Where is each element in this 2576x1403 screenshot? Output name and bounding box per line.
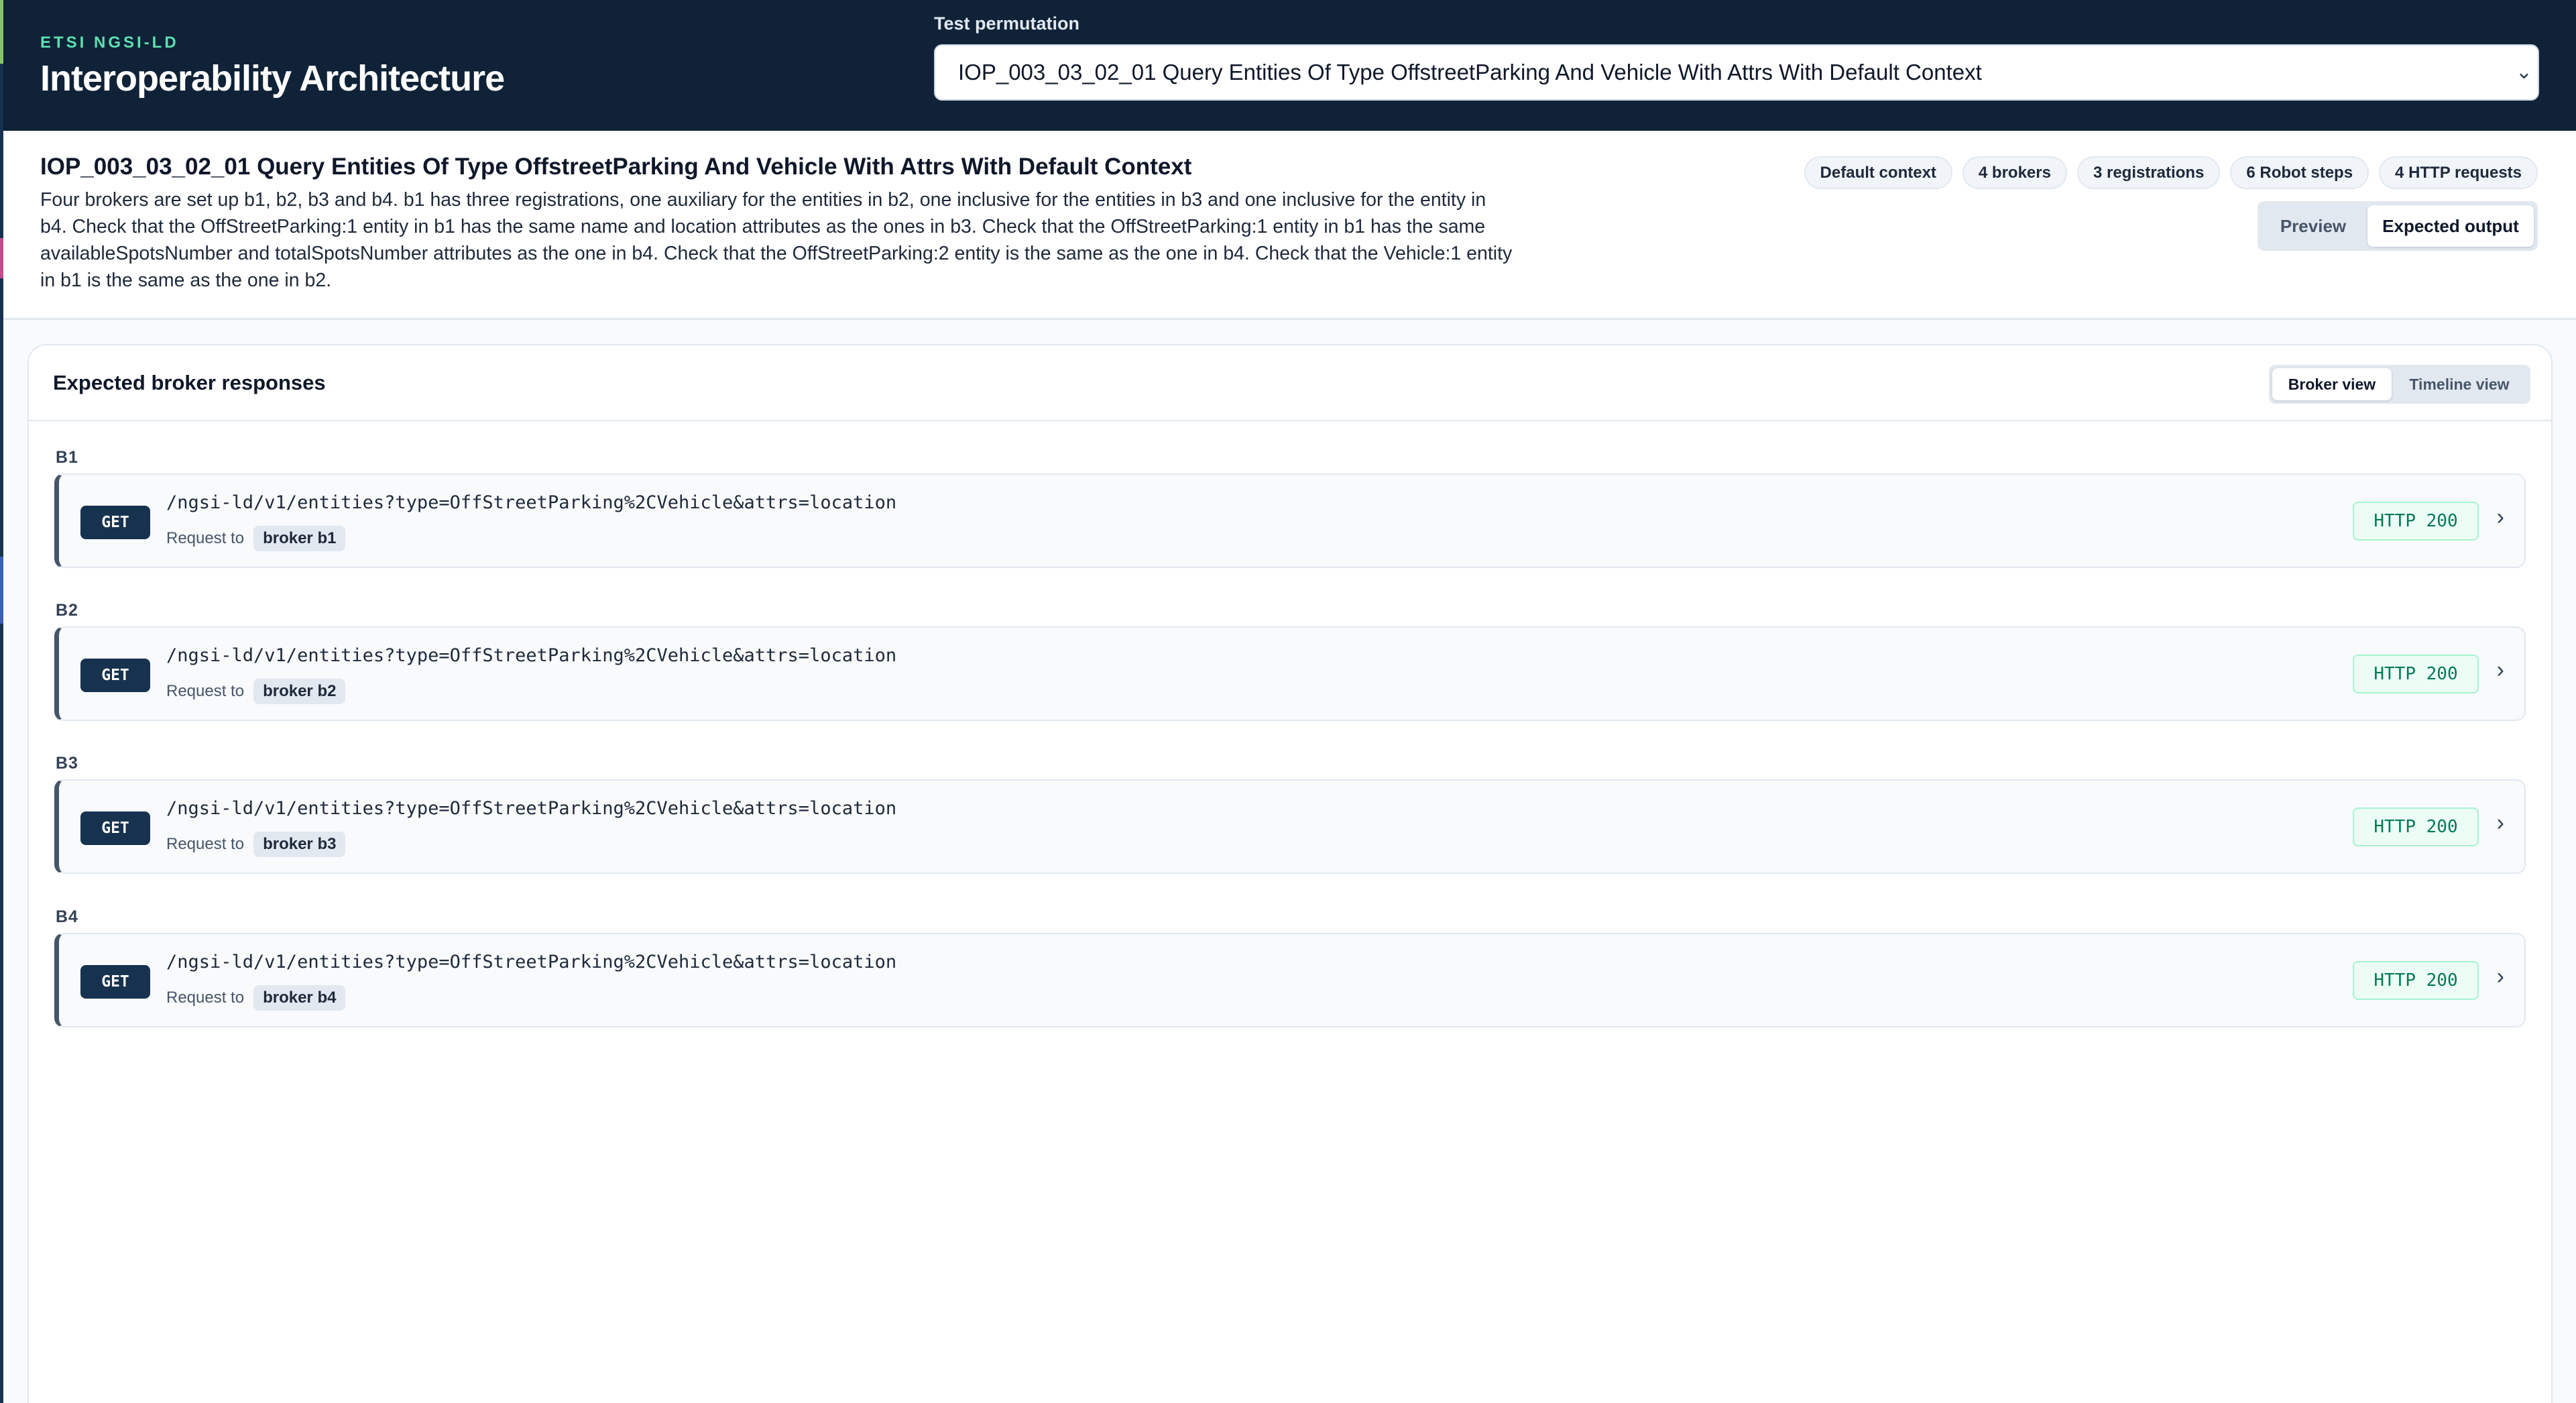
http-method-badge: GET: [80, 506, 150, 539]
request-card[interactable]: GET /ngsi-ld/v1/entities?type=OffStreetP…: [54, 626, 2526, 721]
test-title: IOP_003_03_02_01 Query Entities Of Type …: [40, 154, 1192, 180]
status-badge: HTTP 200: [2353, 655, 2479, 693]
http-method-badge: GET: [80, 965, 150, 999]
broker-label: B2: [56, 601, 78, 620]
test-summary: IOP_003_03_02_01 Query Entities Of Type …: [3, 131, 2576, 320]
status-badge: HTTP 200: [2353, 807, 2479, 846]
status-badge: HTTP 200: [2353, 961, 2479, 1000]
badge-brokers: 4 brokers: [1962, 156, 2067, 189]
chevron-right-icon[interactable]: ›: [2497, 504, 2504, 530]
panel-header: Expected broker responses Broker view Ti…: [29, 345, 2551, 421]
request-card[interactable]: GET /ngsi-ld/v1/entities?type=OffStreetP…: [54, 933, 2526, 1027]
tab-expected-output[interactable]: Expected output: [2367, 205, 2534, 247]
expected-responses-panel: Expected broker responses Broker view Ti…: [27, 344, 2553, 1403]
main-content: Expected broker responses Broker view Ti…: [3, 320, 2576, 1403]
request-target: Request to broker b2: [166, 679, 346, 704]
chevron-right-icon[interactable]: ›: [2497, 964, 2504, 990]
tab-preview[interactable]: Preview: [2262, 205, 2365, 247]
request-target: Request to broker b4: [166, 985, 346, 1011]
panel-title: Expected broker responses: [53, 371, 326, 394]
app-window: ETSI NGSI-LD Interoperability Architectu…: [3, 0, 2576, 1403]
badge-context: Default context: [1804, 156, 1952, 189]
preview-output-toggle: Preview Expected output: [2258, 201, 2538, 251]
request-card[interactable]: GET /ngsi-ld/v1/entities?type=OffStreetP…: [54, 473, 2526, 568]
chevron-down-icon: ⌄: [2515, 61, 2532, 83]
request-target: Request to broker b3: [166, 832, 346, 857]
broker-label: B1: [56, 448, 78, 467]
badge-http-requests: 4 HTTP requests: [2379, 156, 2538, 189]
broker-timeline-toggle: Broker view Timeline view: [2269, 365, 2530, 404]
test-description: Four brokers are set up b1, b2, b3 and b…: [40, 189, 1513, 291]
badge-registrations: 3 registrations: [2076, 156, 2221, 189]
broker-label: B3: [56, 754, 78, 773]
permutation-select-value: IOP_003_03_02_01 Query Entities Of Type …: [958, 60, 1982, 85]
app-title: Interoperability Architecture: [40, 58, 505, 99]
status-badge: HTTP 200: [2353, 502, 2479, 541]
http-method-badge: GET: [80, 659, 150, 692]
request-path: /ngsi-ld/v1/entities?type=OffStreetParki…: [166, 492, 897, 513]
test-badges: Default context 4 brokers 3 registration…: [1804, 156, 2538, 189]
permutation-select[interactable]: IOP_003_03_02_01 Query Entities Of Type …: [934, 44, 2539, 101]
chevron-right-icon[interactable]: ›: [2497, 810, 2504, 836]
request-target: Request to broker b1: [166, 526, 346, 551]
brand-kicker: ETSI NGSI-LD: [40, 34, 179, 52]
broker-tag: broker b1: [253, 526, 346, 551]
request-card[interactable]: GET /ngsi-ld/v1/entities?type=OffStreetP…: [54, 779, 2526, 874]
request-path: /ngsi-ld/v1/entities?type=OffStreetParki…: [166, 798, 897, 819]
app-header: ETSI NGSI-LD Interoperability Architectu…: [3, 0, 2576, 131]
chevron-right-icon[interactable]: ›: [2497, 657, 2504, 683]
request-path: /ngsi-ld/v1/entities?type=OffStreetParki…: [166, 952, 897, 972]
request-to-label: Request to: [166, 989, 245, 1007]
request-to-label: Request to: [166, 835, 245, 853]
permutation-label: Test permutation: [934, 13, 1080, 34]
request-to-label: Request to: [166, 529, 245, 547]
broker-tag: broker b4: [253, 985, 346, 1011]
badge-robot-steps: 6 Robot steps: [2230, 156, 2369, 189]
broker-tag: broker b2: [253, 679, 346, 704]
tab-broker-view[interactable]: Broker view: [2272, 368, 2392, 400]
request-path: /ngsi-ld/v1/entities?type=OffStreetParki…: [166, 645, 897, 666]
broker-tag: broker b3: [253, 832, 346, 857]
request-to-label: Request to: [166, 682, 245, 700]
tab-timeline-view[interactable]: Timeline view: [2394, 368, 2525, 400]
http-method-badge: GET: [80, 811, 150, 845]
broker-label: B4: [56, 907, 78, 926]
